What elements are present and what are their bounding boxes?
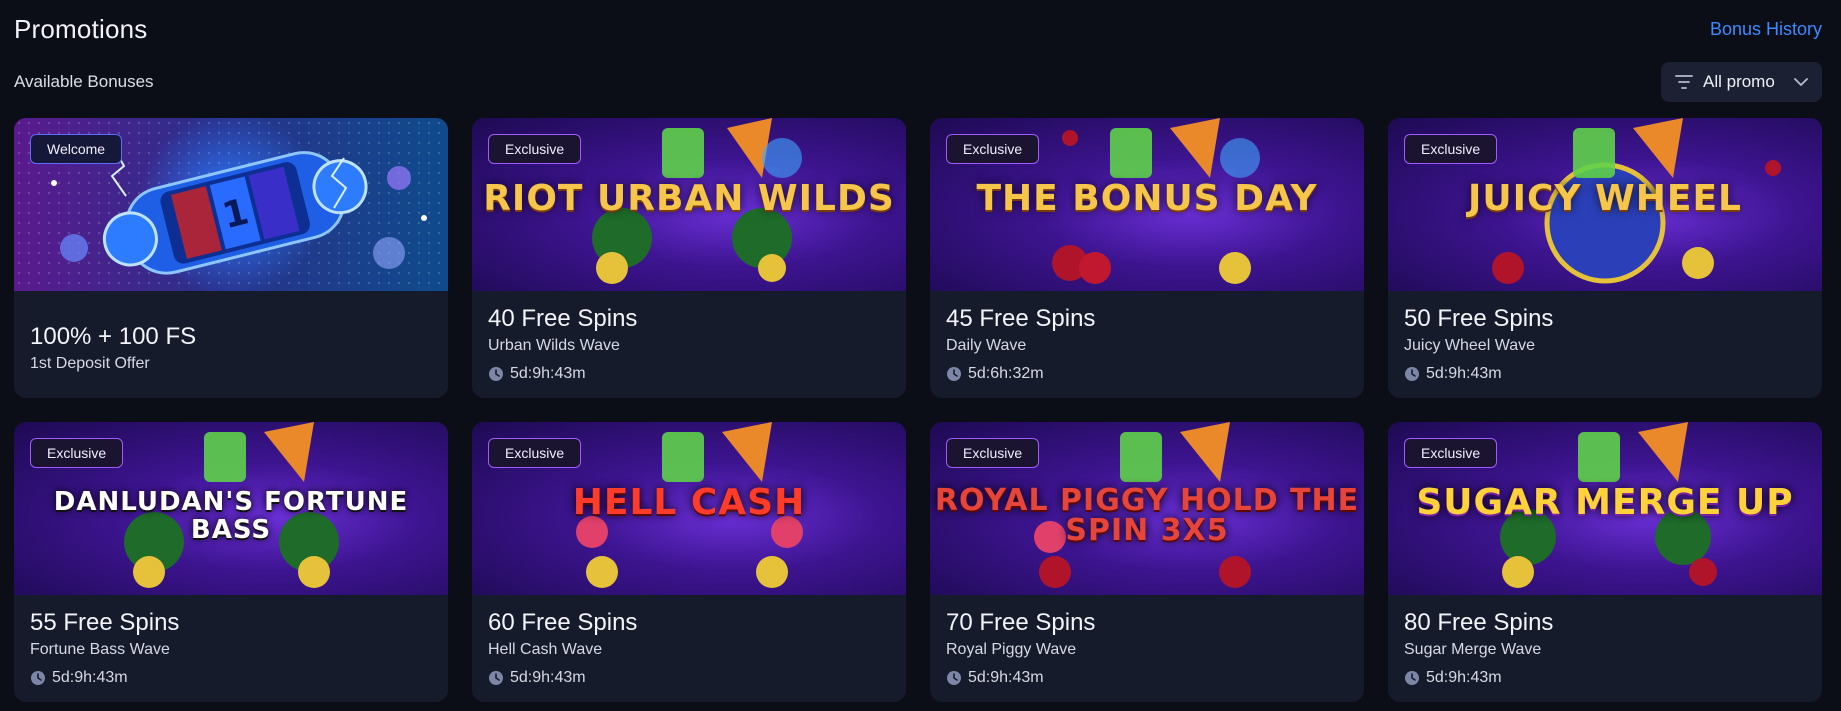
card-badge: Exclusive: [488, 134, 582, 164]
timer-value: 5d:9h:43m: [968, 669, 1044, 686]
card-subtitle: Royal Piggy Wave: [946, 641, 1077, 658]
clock-icon: [489, 671, 503, 685]
clock-icon: [947, 671, 961, 685]
card-badge: Exclusive: [30, 438, 124, 468]
promo-card-fortune-bass[interactable]: DANLUDAN'S FORTUNE BASS Exclusive 55 Fre…: [14, 422, 448, 702]
card-timer: 5d:9h:43m: [488, 669, 890, 687]
card-badge: Welcome: [30, 134, 123, 164]
timer-value: 5d:6h:32m: [968, 365, 1044, 382]
promo-banner: JUICY WHEEL Exclusive: [1388, 118, 1822, 291]
card-subtitle: Urban Wilds Wave: [488, 337, 620, 354]
game-logo: RIOT URBAN WILDS: [483, 178, 895, 219]
timer-value: 5d:9h:43m: [510, 365, 586, 382]
clock-icon: [1405, 671, 1419, 685]
timer-value: 5d:9h:43m: [1426, 669, 1502, 686]
card-timer: 5d:9h:43m: [30, 669, 432, 687]
timer-value: 5d:9h:43m: [510, 669, 586, 686]
filter-icon: [1675, 74, 1693, 90]
promo-card-royal-piggy[interactable]: ROYAL PIGGY HOLD THE SPIN 3X5 Exclusive …: [930, 422, 1364, 702]
clock-icon: [947, 367, 961, 381]
promo-banner: ROYAL PIGGY HOLD THE SPIN 3X5 Exclusive: [930, 422, 1364, 595]
card-subtitle: Fortune Bass Wave: [30, 641, 170, 658]
promo-banner: THE BONUS DAY Exclusive: [930, 118, 1364, 291]
card-timer: 5d:9h:43m: [1404, 669, 1806, 687]
promo-card-hell-cash[interactable]: HELL CASH Exclusive 60 Free Spins Hell C…: [472, 422, 906, 702]
section-title: Available Bonuses: [14, 72, 154, 91]
card-title: 70 Free Spins: [946, 609, 1096, 636]
card-badge: Exclusive: [946, 438, 1040, 468]
promo-card-bonus-day[interactable]: THE BONUS DAY Exclusive 45 Free Spins Da…: [930, 118, 1364, 398]
game-logo: JUICY WHEEL: [1467, 178, 1742, 219]
promo-filter-dropdown[interactable]: All promo: [1661, 62, 1822, 102]
clock-icon: [1405, 367, 1419, 381]
card-title: 40 Free Spins: [488, 305, 638, 332]
bonus-history-link[interactable]: Bonus History: [1710, 19, 1822, 40]
card-timer: 5d:9h:43m: [946, 669, 1348, 687]
card-title: 45 Free Spins: [946, 305, 1096, 332]
page-title: Promotions: [14, 14, 148, 44]
clock-icon: [489, 367, 503, 381]
card-timer: 5d:6h:32m: [946, 365, 1348, 383]
game-logo: THE BONUS DAY: [976, 178, 1318, 219]
card-badge: Exclusive: [1404, 438, 1498, 468]
clock-icon: [31, 671, 45, 685]
promo-grid: 1 Welcome 100% + 100 FS 1st Deposit Offe…: [14, 118, 1822, 702]
promo-card-urban-wilds[interactable]: RIOT URBAN WILDS Exclusive 40 Free Spins…: [472, 118, 906, 398]
game-logo: DANLUDAN'S FORTUNE BASS: [53, 487, 409, 545]
card-subtitle: 1st Deposit Offer: [30, 355, 150, 372]
promo-card-welcome[interactable]: 1 Welcome 100% + 100 FS 1st Deposit Offe…: [14, 118, 448, 398]
game-logo: HELL CASH: [572, 482, 806, 523]
card-badge: Exclusive: [946, 134, 1040, 164]
chevron-down-icon: [1794, 77, 1808, 87]
card-timer: 5d:9h:43m: [488, 365, 890, 383]
card-subtitle: Juicy Wheel Wave: [1404, 337, 1535, 354]
card-badge: Exclusive: [1404, 134, 1498, 164]
card-timer: 5d:9h:43m: [1404, 365, 1806, 383]
card-subtitle: Sugar Merge Wave: [1404, 641, 1542, 658]
card-title: 100% + 100 FS: [30, 323, 197, 350]
promo-banner: SUGAR MERGE UP Exclusive: [1388, 422, 1822, 595]
filter-label: All promo: [1703, 72, 1775, 91]
promo-card-sugar-merge[interactable]: SUGAR MERGE UP Exclusive 80 Free Spins S…: [1388, 422, 1822, 702]
promo-banner: RIOT URBAN WILDS Exclusive: [472, 118, 906, 291]
card-title: 60 Free Spins: [488, 609, 638, 636]
card-subtitle: Daily Wave: [946, 337, 1027, 354]
card-title: 50 Free Spins: [1404, 305, 1554, 332]
card-title: 80 Free Spins: [1404, 609, 1554, 636]
card-title: 55 Free Spins: [30, 609, 180, 636]
card-subtitle: Hell Cash Wave: [488, 641, 603, 658]
promo-banner: HELL CASH Exclusive: [472, 422, 906, 595]
card-badge: Exclusive: [488, 438, 582, 468]
game-logo: SUGAR MERGE UP: [1416, 482, 1794, 523]
promo-card-juicy-wheel[interactable]: JUICY WHEEL Exclusive 50 Free Spins Juic…: [1388, 118, 1822, 398]
promo-banner: 1 Welcome: [14, 118, 448, 291]
game-logo: ROYAL PIGGY HOLD THE SPIN 3X5: [934, 483, 1360, 548]
promo-banner: DANLUDAN'S FORTUNE BASS Exclusive: [14, 422, 448, 595]
timer-value: 5d:9h:43m: [1426, 365, 1502, 382]
timer-value: 5d:9h:43m: [52, 669, 128, 686]
